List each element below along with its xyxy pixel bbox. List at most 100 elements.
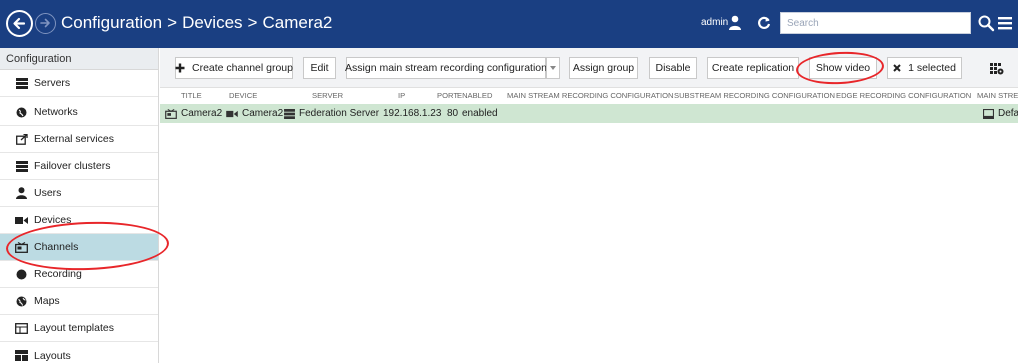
cluster-icon (15, 160, 28, 172)
breadcrumb-configuration[interactable]: Configuration (61, 13, 162, 32)
cell-server: Federation Server (284, 108, 379, 119)
button-label: Assign main stream recording configurati… (345, 62, 547, 74)
layout-template-icon (15, 322, 28, 334)
column-header-device[interactable]: DEVICE (229, 91, 257, 100)
column-settings-icon[interactable] (990, 63, 1004, 75)
username[interactable]: admin (701, 17, 728, 28)
button-label: Disable (655, 62, 691, 74)
sidebar: Configuration Servers Networks External … (0, 48, 159, 363)
cell-device: Camera2 (226, 108, 283, 119)
create-channel-group-button[interactable]: Create channel group (175, 57, 293, 79)
table-header: TITLE DEVICE SERVER IP PORT ENABLED MAIN… (160, 88, 1018, 103)
channel-icon (15, 241, 28, 253)
sidebar-item-label: Servers (34, 77, 71, 89)
forward-button[interactable] (35, 13, 56, 34)
map-icon (15, 296, 28, 307)
edit-button[interactable]: Edit (303, 57, 336, 79)
sidebar-item-failover-clusters[interactable]: Failover clusters (0, 153, 158, 180)
channel-icon (165, 108, 177, 119)
row-title: Camera2 (181, 108, 223, 119)
top-bar: Configuration > Devices > Camera2 admin (0, 0, 1018, 48)
sidebar-item-label: Maps (34, 295, 60, 307)
sidebar-item-networks[interactable]: Networks (0, 99, 158, 126)
breadcrumb-camera2: Camera2 (262, 13, 333, 32)
column-header-main-stream-2[interactable]: MAIN STRE (977, 91, 1018, 100)
column-header-ip[interactable]: IP (398, 91, 405, 100)
sidebar-item-label: Devices (34, 214, 72, 226)
arrow-right-icon (40, 18, 50, 28)
button-label: Assign group (572, 62, 635, 74)
column-header-port[interactable]: PORT (437, 91, 458, 100)
toolbar: Create channel group Edit Assign main st… (160, 48, 1018, 88)
selection-count-button[interactable]: 1 selected (887, 57, 962, 79)
row-port: 80 (447, 108, 459, 119)
row-ip: 192.168.1.23 (383, 108, 442, 119)
sidebar-item-label: External services (34, 133, 114, 145)
assign-main-stream-dropdown[interactable] (546, 57, 560, 79)
camera-icon (15, 215, 28, 226)
search-input[interactable] (781, 13, 970, 33)
cell-port: 80 (447, 108, 458, 119)
create-replication-button[interactable]: Create replication (707, 57, 799, 79)
breadcrumb-devices[interactable]: Devices (182, 13, 242, 32)
refresh-icon[interactable] (757, 16, 771, 30)
button-label: Create replication (711, 62, 795, 74)
cell-ip: 192.168.1.23 (383, 108, 441, 119)
sidebar-item-layouts[interactable]: Layouts (0, 342, 158, 363)
column-header-substream[interactable]: SUBSTREAM RECORDING CONFIGURATION (674, 91, 835, 100)
sidebar-item-label: Channels (34, 241, 79, 253)
sidebar-item-label: Failover clusters (34, 160, 111, 172)
search-field[interactable] (780, 12, 971, 34)
row-device[interactable]: Camera2 (242, 108, 283, 119)
layouts-icon (15, 350, 28, 361)
row-enabled: enabled (462, 108, 498, 119)
table-row[interactable]: Camera2 Camera2 Federation Server 192.16… (160, 104, 1018, 123)
sidebar-item-label: Layouts (34, 349, 71, 362)
sidebar-item-layout-templates[interactable]: Layout templates (0, 315, 158, 342)
user-icon[interactable] (729, 15, 741, 30)
column-header-edge-recording[interactable]: EDGE RECORDING CONFIGURATION (836, 91, 971, 100)
hamburger-menu-icon[interactable] (997, 14, 1013, 32)
sidebar-heading: Configuration (0, 48, 158, 70)
show-video-button[interactable]: Show video (809, 57, 877, 79)
column-header-enabled[interactable]: ENABLED (457, 91, 492, 100)
row-main-stream[interactable]: Default (998, 108, 1018, 119)
breadcrumb-separator: > (247, 13, 258, 32)
assign-main-stream-button[interactable]: Assign main stream recording configurati… (345, 57, 547, 79)
sidebar-item-users[interactable]: Users (0, 180, 158, 207)
globe-icon (15, 107, 28, 118)
disable-button[interactable]: Disable (649, 57, 697, 79)
sidebar-item-servers[interactable]: Servers (0, 70, 158, 97)
back-button[interactable] (6, 10, 33, 37)
column-header-main-stream[interactable]: MAIN STREAM RECORDING CONFIGURATION (507, 91, 674, 100)
record-icon (15, 269, 28, 280)
sidebar-item-label: Networks (34, 106, 78, 118)
column-header-server[interactable]: SERVER (312, 91, 343, 100)
sidebar-item-external-services[interactable]: External services (0, 126, 158, 153)
selected-count: 1 selected (908, 62, 956, 74)
sidebar-item-maps[interactable]: Maps (0, 288, 158, 315)
breadcrumb: Configuration > Devices > Camera2 (61, 13, 337, 33)
clear-selection-icon[interactable] (893, 64, 901, 72)
cell-main-stream: Default (983, 108, 1018, 119)
chevron-down-icon (550, 66, 556, 70)
server-icon (284, 108, 295, 119)
button-label: Show video (815, 62, 871, 74)
recording-config-icon (983, 108, 994, 119)
sidebar-item-devices[interactable]: Devices (0, 207, 158, 234)
sidebar-item-recording[interactable]: Recording (0, 261, 158, 288)
search-icon[interactable] (977, 14, 995, 32)
cell-enabled: enabled (462, 108, 498, 119)
sidebar-item-channels[interactable]: Channels (0, 234, 158, 261)
external-link-icon (15, 133, 28, 145)
plus-icon (175, 63, 185, 73)
breadcrumb-separator: > (167, 13, 178, 32)
row-server[interactable]: Federation Server (299, 108, 379, 119)
assign-group-button[interactable]: Assign group (569, 57, 638, 79)
cell-title: Camera2 (165, 108, 222, 119)
column-header-title[interactable]: TITLE (181, 91, 202, 100)
sidebar-item-label: Recording (34, 268, 82, 280)
button-label: Create channel group (192, 62, 293, 74)
sidebar-item-label: Users (34, 187, 62, 199)
button-label: Edit (310, 62, 329, 74)
